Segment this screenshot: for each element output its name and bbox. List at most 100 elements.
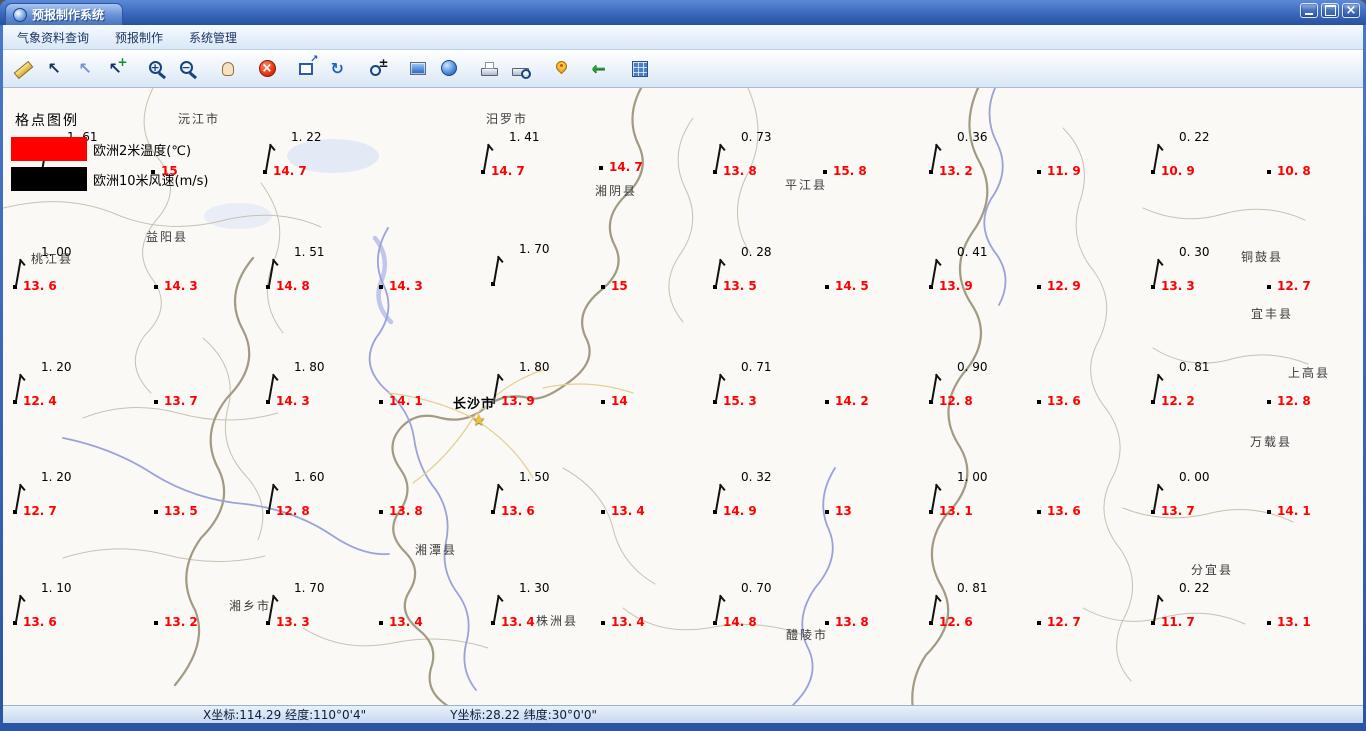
identify-icon[interactable] [363, 54, 394, 84]
grid-point-dot [1037, 400, 1041, 404]
grid-point-dot [154, 400, 158, 404]
map-label: 湘潭县 [415, 543, 458, 557]
title-bar[interactable]: 预报制作系统 [0, 0, 1366, 25]
temperature-value: 13. 4 [611, 504, 645, 518]
zoom-in-icon[interactable] [141, 54, 172, 84]
grid-point-dot [599, 166, 603, 170]
grid-point-dot [1267, 400, 1271, 404]
wind-speed-value: 1. 70 [519, 242, 550, 256]
image-glyph [409, 59, 429, 79]
restore-button-icon[interactable] [1321, 2, 1339, 18]
temperature-value: 14. 5 [835, 279, 869, 293]
wind-speed-value: 1. 41 [509, 130, 540, 144]
wind-speed-value: 1. 80 [294, 360, 325, 374]
map-label: 万载县 [1250, 435, 1293, 449]
select-plus-icon[interactable] [101, 54, 132, 84]
map-label: 株洲县 [536, 614, 579, 628]
grid-glyph [631, 59, 651, 79]
temperature-value: 13. 8 [835, 615, 869, 629]
map-label: 宜丰县 [1251, 307, 1294, 321]
temperature-value: 14. 9 [723, 504, 757, 518]
temperature-value: 13. 4 [501, 615, 535, 629]
select-plus-glyph [107, 56, 128, 79]
screenshot-icon[interactable] [292, 54, 323, 84]
temperature-value: 13. 6 [501, 504, 535, 518]
map-label: 益阳县 [146, 230, 189, 244]
temperature-value: 12. 8 [939, 394, 973, 408]
temperature-value: 13. 8 [389, 504, 423, 518]
temperature-value: 12. 7 [1277, 279, 1311, 293]
back-icon[interactable] [585, 54, 616, 84]
wind-speed-value: 0. 70 [741, 581, 772, 595]
app-window: 预报制作系统 气象资料查询预报制作系统管理 [0, 0, 1366, 731]
print-preview-icon[interactable] [505, 54, 536, 84]
close-button-icon[interactable] [1342, 2, 1360, 18]
wind-speed-value: 0. 30 [1179, 245, 1210, 259]
menu-item-1[interactable]: 气象资料查询 [5, 26, 101, 49]
temperature-value: 14. 3 [164, 279, 198, 293]
temperature-value: 13. 6 [23, 279, 57, 293]
grid-point-dot [1037, 621, 1041, 625]
wind-speed-value: 0. 81 [1179, 360, 1210, 374]
refresh-icon[interactable] [323, 54, 354, 84]
temperature-value: 13. 4 [389, 615, 423, 629]
pan-hand-icon[interactable] [212, 54, 243, 84]
temperature-value: 14. 8 [723, 615, 757, 629]
temperature-value: 12. 7 [1047, 615, 1081, 629]
location-icon[interactable] [545, 54, 576, 84]
grid-point-dot [825, 621, 829, 625]
temperature-value: 12. 4 [23, 394, 57, 408]
location-glyph [551, 59, 571, 79]
legend-title: 格点图例 [15, 113, 79, 129]
menu-item-3[interactable]: 系统管理 [177, 26, 249, 49]
map-canvas[interactable]: 格点图例 欧洲2米温度(℃)欧洲10米风速(m/s) 1. 61151. 221… [3, 88, 1363, 705]
wind-speed-value: 0. 32 [741, 470, 772, 484]
temperature-value: 14. 3 [389, 279, 423, 293]
map-label: 铜鼓县 [1241, 250, 1284, 264]
image-icon[interactable] [403, 54, 434, 84]
menu-item-2[interactable]: 预报制作 [103, 26, 175, 49]
grid-point-dot [1267, 621, 1271, 625]
legend-entry-label: 欧洲2米温度(℃) [93, 143, 192, 159]
minimize-button-icon[interactable] [1300, 2, 1318, 18]
clear-icon[interactable] [252, 54, 283, 84]
grid-point-dot [825, 400, 829, 404]
map-label: 桃江县 [31, 252, 74, 266]
temperature-value: 15. 8 [833, 164, 867, 178]
temperature-value: 13. 7 [164, 394, 198, 408]
app-icon [13, 7, 27, 22]
refresh-glyph [329, 59, 349, 79]
menu-bar: 气象资料查询 预报制作 系统管理 [3, 25, 1363, 50]
temperature-value: 12. 7 [23, 504, 57, 518]
grid-point-dot [601, 621, 605, 625]
zoom-out-icon[interactable] [172, 54, 203, 84]
measure-icon[interactable] [8, 54, 39, 84]
grid-point-dot [825, 285, 829, 289]
identify-glyph [369, 57, 389, 79]
grid-point-dot [379, 510, 383, 514]
print-icon[interactable] [474, 54, 505, 84]
pan-arrow-icon[interactable] [70, 54, 101, 84]
wind-speed-value: 0. 73 [741, 130, 772, 144]
temperature-value: 13. 3 [276, 615, 310, 629]
legend-color-swatch [11, 137, 87, 161]
print-preview-glyph [511, 59, 531, 79]
select-icon[interactable] [39, 54, 70, 84]
grid-point-dot [823, 170, 827, 174]
temperature-value: 13. 7 [1161, 504, 1195, 518]
wind-speed-value: 1. 30 [519, 581, 550, 595]
temperature-value: 13. 6 [1047, 504, 1081, 518]
select-glyph [45, 59, 65, 79]
status-y-coordinate: Y坐标:28.22 纬度:30°0'0" [450, 708, 598, 722]
grid-icon[interactable] [625, 54, 656, 84]
grid-point-dot [1037, 510, 1041, 514]
wind-speed-value: 1. 50 [519, 470, 550, 484]
pan-hand-glyph [218, 59, 238, 79]
temperature-value: 14. 1 [1277, 504, 1311, 518]
grid-point-dot [601, 400, 605, 404]
globe-icon[interactable] [434, 54, 465, 84]
temperature-value: 12. 9 [1047, 279, 1081, 293]
grid-point-dot [379, 621, 383, 625]
wind-speed-value: 0. 00 [1179, 470, 1210, 484]
map-label: 上高县 [1288, 366, 1331, 380]
